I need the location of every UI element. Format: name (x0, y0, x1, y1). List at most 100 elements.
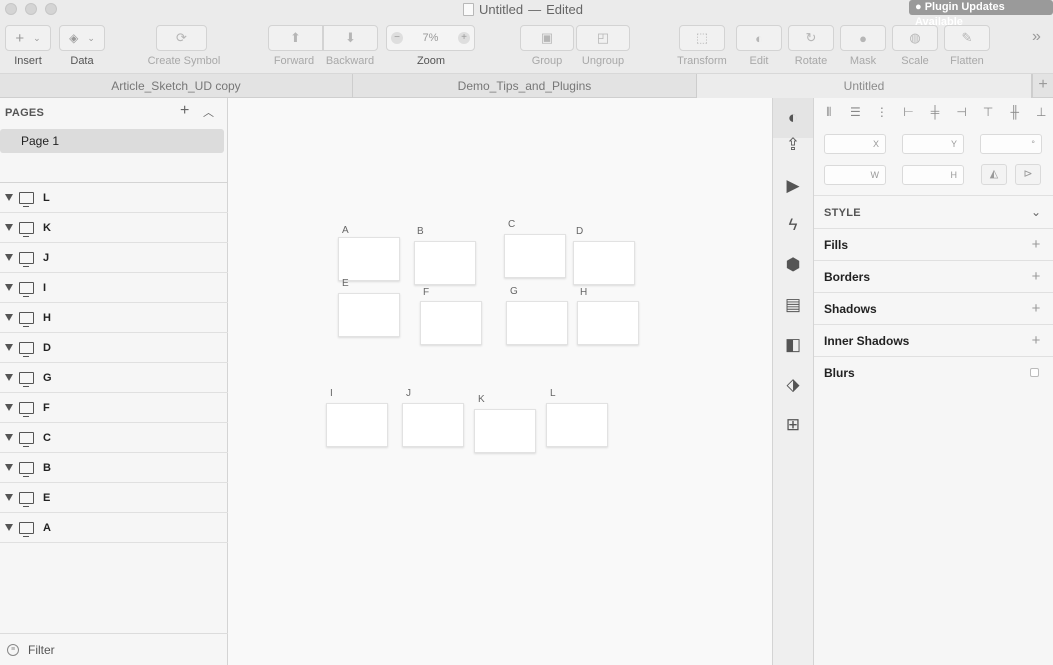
rotation-field[interactable]: ° (980, 134, 1042, 154)
canvas[interactable]: A B C D E F G H I J K L (228, 98, 772, 665)
page-item-page-1[interactable]: Page 1 (0, 129, 224, 153)
artboard-label-i[interactable]: I (330, 388, 333, 399)
style-section-inner-shadows[interactable]: Inner Shadows + (814, 324, 1053, 356)
flip-vertical-icon[interactable]: ⊳ (1015, 164, 1041, 185)
text-layout-icon[interactable]: ▤ (773, 285, 813, 325)
artboard-label-c[interactable]: C (508, 219, 515, 230)
zoom-window-button[interactable] (45, 3, 57, 15)
artboard-f[interactable] (420, 301, 482, 345)
align-center-horizontal-icon[interactable]: ╪ (923, 98, 947, 126)
hexagon-plugin-icon[interactable]: ⬢ (773, 245, 813, 285)
align-center-vertical-icon[interactable]: ╫ (1003, 98, 1027, 126)
symbol-override-icon[interactable]: ◧ (773, 325, 813, 365)
artboard-l[interactable] (546, 403, 608, 447)
disclosure-triangle-icon[interactable] (5, 494, 13, 501)
layer-row-b[interactable]: B (0, 453, 228, 483)
layer-row-c[interactable]: C (0, 423, 228, 453)
artboard-label-h[interactable]: H (580, 287, 587, 298)
style-section-borders[interactable]: Borders + (814, 260, 1053, 292)
align-top-icon[interactable]: ⊤ (976, 98, 1000, 126)
artboard-e[interactable] (338, 293, 400, 337)
artboard-h[interactable] (577, 301, 639, 345)
x-position-field[interactable]: X (824, 134, 886, 154)
tab-article-sketch[interactable]: Article_Sketch_UD copy (0, 74, 353, 98)
artboard-label-b[interactable]: B (417, 226, 424, 237)
add-plus-icon[interactable]: + (1026, 236, 1046, 253)
add-plus-icon[interactable]: + (1026, 300, 1046, 317)
layer-row-d[interactable]: D (0, 333, 228, 363)
add-image-icon[interactable]: ⊞ (773, 405, 813, 445)
disclosure-triangle-icon[interactable] (5, 344, 13, 351)
flatten-button[interactable]: ✎ (944, 25, 990, 51)
distribute-horizontal-icon[interactable]: ⫴ (817, 98, 841, 126)
ungroup-button[interactable]: ◰ (576, 25, 630, 51)
group-button[interactable]: ▣ (520, 25, 574, 51)
style-collapse-chevron-icon[interactable]: ⌄ (1031, 205, 1041, 219)
filter-input[interactable]: Filter (28, 643, 55, 657)
disclosure-triangle-icon[interactable] (5, 314, 13, 321)
disclosure-triangle-icon[interactable] (5, 194, 13, 201)
artboard-c[interactable] (504, 234, 566, 278)
insert-button[interactable]: + ⌄ (5, 25, 51, 51)
backward-button[interactable]: ⬇ (323, 25, 378, 51)
style-section-shadows[interactable]: Shadows + (814, 292, 1053, 324)
rotate-button[interactable]: ↻ (788, 25, 834, 51)
artboard-d[interactable] (573, 241, 635, 285)
artboard-j[interactable] (402, 403, 464, 447)
layer-row-k[interactable]: K (0, 213, 228, 243)
style-section-blurs[interactable]: Blurs (814, 356, 1053, 388)
artboard-label-j[interactable]: J (406, 388, 411, 399)
tab-demo-tips[interactable]: Demo_Tips_and_Plugins (353, 74, 697, 98)
artboard-a[interactable] (338, 237, 400, 281)
plugin-updates-badge[interactable]: ● Plugin Updates Available (909, 0, 1053, 28)
close-window-button[interactable] (5, 3, 17, 15)
new-tab-plus-icon[interactable]: + (1032, 74, 1053, 98)
more-options-icon[interactable]: ⋮ (870, 98, 894, 126)
zoom-in-button[interactable]: + (458, 32, 470, 44)
layer-row-l[interactable]: L (0, 183, 228, 213)
prototype-play-icon[interactable]: ▶ (773, 166, 813, 206)
width-field[interactable]: W (824, 165, 886, 185)
disclosure-triangle-icon[interactable] (5, 404, 13, 411)
layer-row-h[interactable]: H (0, 303, 228, 333)
distribute-vertical-icon[interactable]: ☰ (844, 98, 868, 126)
align-right-icon[interactable]: ⊣ (950, 98, 974, 126)
disclosure-triangle-icon[interactable] (5, 284, 13, 291)
align-bottom-icon[interactable]: ⊥ (1030, 98, 1053, 126)
artboard-label-f[interactable]: F (423, 287, 429, 298)
layer-row-j[interactable]: J (0, 243, 228, 273)
artboard-label-e[interactable]: E (342, 278, 349, 289)
edit-button[interactable]: ◐ (736, 25, 782, 51)
add-page-plus-icon[interactable]: + (180, 102, 189, 120)
collapse-pages-chevron-icon[interactable]: ︿ (203, 104, 214, 120)
blur-checkbox[interactable] (1030, 368, 1039, 377)
tab-untitled[interactable]: Untitled (697, 74, 1032, 98)
layer-row-i[interactable]: I (0, 273, 228, 303)
minimize-window-button[interactable] (25, 3, 37, 15)
style-section-fills[interactable]: Fills + (814, 228, 1053, 260)
artboard-g[interactable] (506, 301, 568, 345)
add-plus-icon[interactable]: + (1026, 332, 1046, 349)
layer-row-g[interactable]: G (0, 363, 228, 393)
flip-horizontal-icon[interactable]: ◭ (981, 164, 1007, 185)
mask-button[interactable]: ● (840, 25, 886, 51)
scale-button[interactable]: ◍ (892, 25, 938, 51)
disclosure-triangle-icon[interactable] (5, 434, 13, 441)
add-plus-icon[interactable]: + (1026, 268, 1046, 285)
layer-row-e[interactable]: E (0, 483, 228, 513)
artboard-label-a[interactable]: A (342, 225, 349, 236)
disclosure-triangle-icon[interactable] (5, 254, 13, 261)
artboard-k[interactable] (474, 409, 536, 453)
y-position-field[interactable]: Y (902, 134, 964, 154)
lightning-icon[interactable]: ϟ (773, 205, 813, 245)
edit-shape-icon[interactable]: ⬗ (773, 365, 813, 405)
artboard-b[interactable] (414, 241, 476, 285)
toolbar-overflow-chevron-icon[interactable]: » (1032, 28, 1041, 46)
artboard-label-k[interactable]: K (478, 394, 485, 405)
transform-button[interactable]: ⬚ (679, 25, 725, 51)
layer-row-a[interactable]: A (0, 513, 228, 543)
forward-button[interactable]: ⬆ (268, 25, 323, 51)
align-left-icon[interactable]: ⊢ (897, 98, 921, 126)
disclosure-triangle-icon[interactable] (5, 374, 13, 381)
disclosure-triangle-icon[interactable] (5, 224, 13, 231)
